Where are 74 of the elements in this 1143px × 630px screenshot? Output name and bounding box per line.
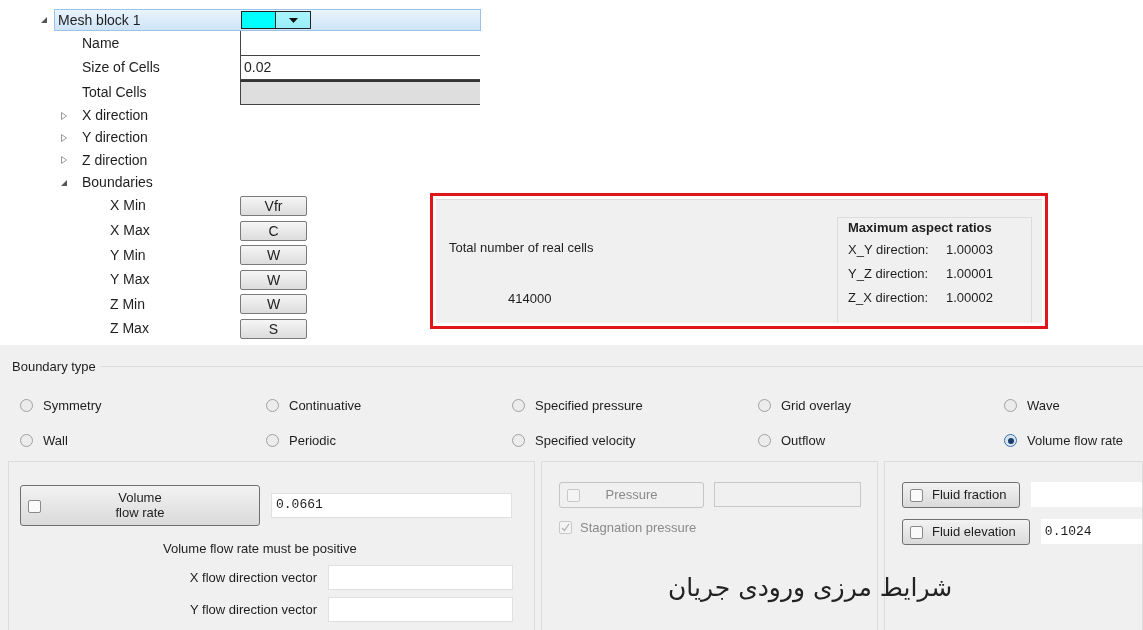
radio-label[interactable]: Grid overlay — [781, 395, 852, 415]
property-label: Size of Cells — [81, 58, 161, 78]
radio-button[interactable] — [1004, 398, 1017, 412]
tree-item[interactable]: Mesh block 1 — [54, 9, 481, 31]
radio-label[interactable]: Symmetry — [43, 395, 102, 415]
radio-button[interactable] — [20, 434, 33, 448]
total-cells-label: Total number of real cells — [449, 239, 594, 257]
checkbox[interactable] — [910, 525, 923, 539]
radio-button[interactable] — [512, 398, 525, 412]
radio-button[interactable] — [1004, 434, 1017, 448]
input-field[interactable]: 0.1024 — [1040, 519, 1142, 544]
input-field[interactable] — [240, 31, 480, 56]
toggle-button: Pressure — [559, 481, 704, 508]
radio-label[interactable]: Periodic — [289, 431, 336, 451]
radio-button[interactable] — [266, 434, 279, 448]
toggle-button[interactable]: Fluid elevation — [902, 518, 1030, 545]
checkbox[interactable] — [28, 499, 41, 513]
boundary-label: Y Max — [109, 270, 151, 290]
radio-label[interactable]: Volume flow rate — [1027, 431, 1124, 451]
field-label: X flow direction vector — [189, 568, 317, 587]
input-field[interactable] — [1031, 482, 1142, 507]
ratio-label: Y_Z direction: — [848, 264, 930, 283]
radio-button[interactable] — [758, 434, 771, 448]
ratio-value: 1.00002 — [946, 288, 993, 307]
boundary-button[interactable]: S — [240, 318, 307, 339]
ratio-label: Z_X direction: — [848, 288, 930, 307]
radio-label[interactable]: Wave — [1027, 395, 1060, 415]
boundary-label: Z Max — [109, 319, 150, 339]
toggle-button[interactable]: Fluid fraction — [902, 481, 1021, 508]
radio-label[interactable]: Specified pressure — [535, 395, 643, 415]
total-cells-value: 414000 — [507, 289, 553, 308]
field-label: Y flow direction vector — [190, 600, 317, 619]
boundary-button[interactable]: C — [240, 220, 307, 241]
ratio-value: 1.00003 — [946, 240, 993, 259]
group-title: Boundary type — [12, 358, 97, 376]
boundary-label: X Max — [109, 221, 151, 241]
tree-label[interactable]: X direction — [82, 105, 149, 127]
tree-label: Mesh block 1 — [57, 10, 142, 30]
radio-label[interactable]: Outflow — [781, 431, 826, 451]
note-text: Volume flow rate must be positive — [162, 539, 358, 558]
property-label: Name — [81, 33, 121, 53]
boundary-button[interactable]: W — [240, 294, 307, 315]
collapse-arrow-icon[interactable] — [40, 16, 48, 24]
tree-label[interactable]: Y direction — [82, 127, 148, 149]
boundary-button[interactable]: Vfr — [240, 196, 307, 216]
input-field[interactable]: 0.02 — [240, 55, 480, 80]
toggle-button[interactable]: Volume flow rate — [20, 484, 260, 526]
ratio-label: X_Y direction: — [848, 240, 930, 259]
radio-label[interactable]: Specified velocity — [535, 431, 636, 451]
tree-label[interactable]: Boundaries — [82, 172, 153, 194]
radio-button[interactable] — [512, 434, 525, 448]
tree-label[interactable]: Z direction — [82, 149, 148, 171]
expand-arrow-icon[interactable] — [60, 111, 68, 120]
boundary-button[interactable]: W — [240, 269, 307, 290]
color-dropdown[interactable] — [241, 11, 311, 29]
radio-button[interactable] — [266, 398, 279, 412]
collapse-arrow-icon[interactable] — [60, 178, 68, 187]
input-field[interactable]: 0.0661 — [271, 492, 512, 518]
checkbox[interactable] — [910, 488, 923, 502]
property-label: Total Cells — [81, 82, 148, 102]
boundary-label: X Min — [109, 196, 147, 216]
boundary-label: Y Min — [109, 245, 147, 265]
radio-label[interactable]: Wall — [43, 431, 68, 451]
radio-button[interactable] — [20, 398, 33, 412]
caret-icon — [288, 17, 298, 23]
boundary-button[interactable]: W — [240, 245, 307, 266]
radio-label[interactable]: Continuative — [289, 395, 362, 415]
radio-button[interactable] — [758, 398, 771, 412]
expand-arrow-icon[interactable] — [60, 133, 68, 142]
ratio-value: 1.00001 — [946, 264, 993, 283]
checkbox-label: Stagnation pressure — [580, 518, 697, 537]
caption-text: شرایط مرزی ورودی جریان — [668, 572, 953, 605]
expand-arrow-icon[interactable] — [60, 156, 68, 165]
boundary-label: Z Min — [109, 294, 146, 314]
